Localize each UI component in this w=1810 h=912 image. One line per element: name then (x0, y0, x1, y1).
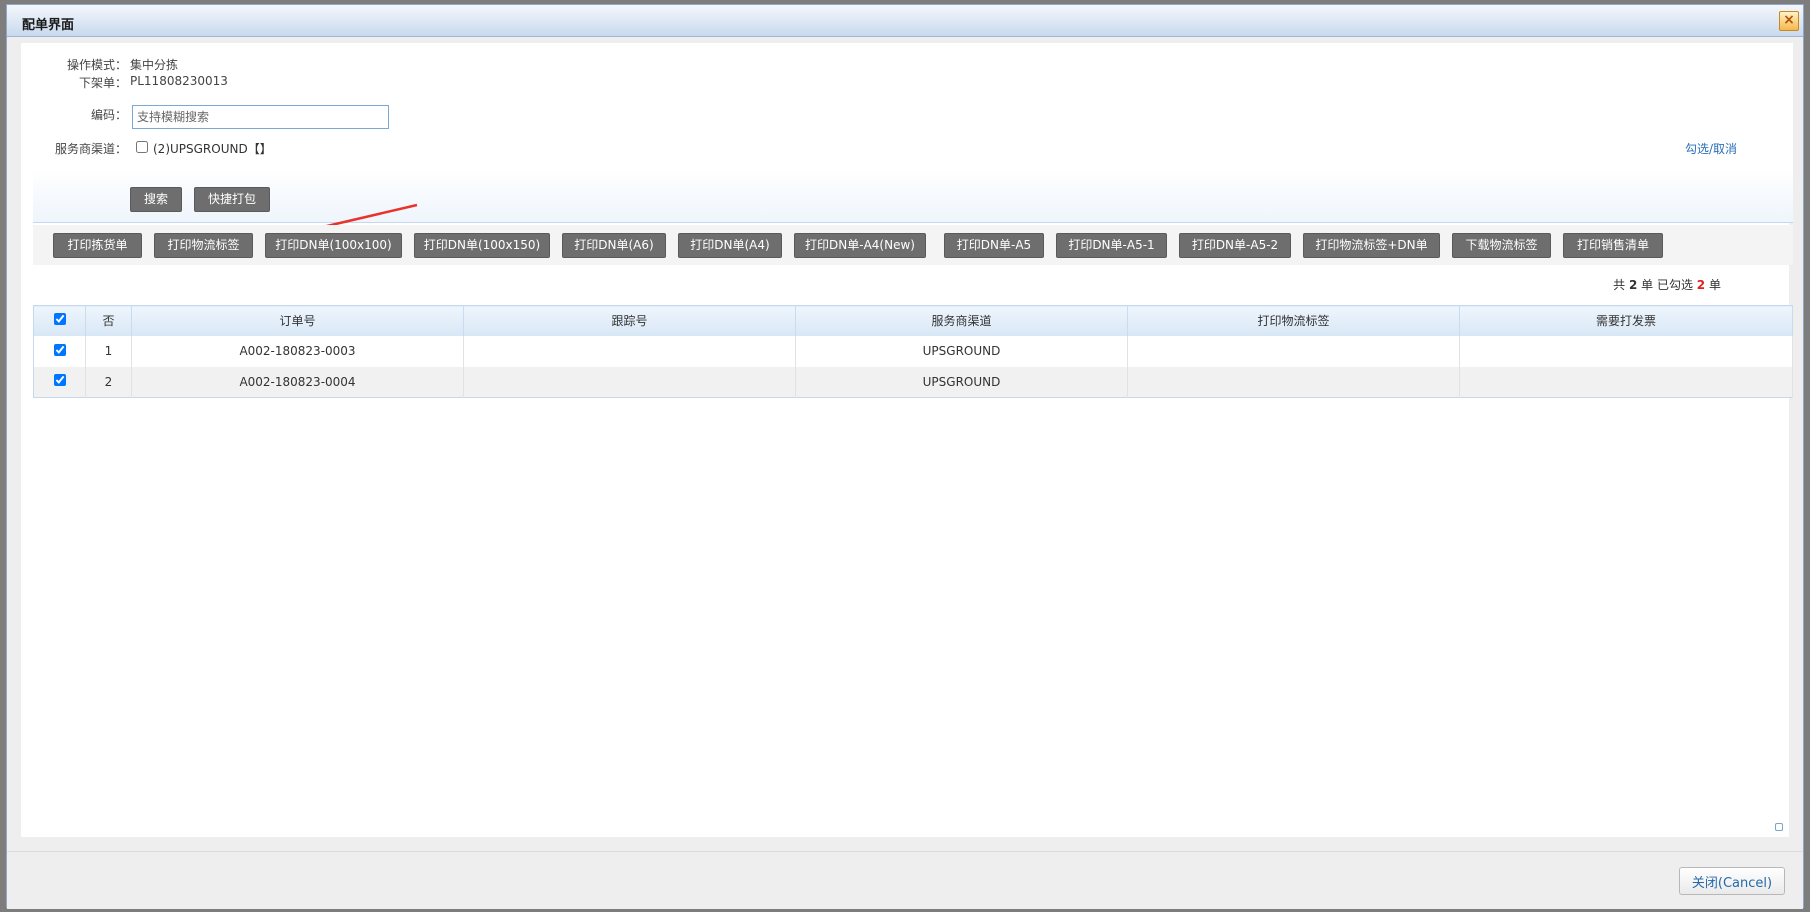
selection-summary: 共 2 单 已勾选 2 单 (1613, 276, 1721, 293)
row-channel: UPSGROUND (795, 366, 1128, 398)
order-table: 否 订单号 跟踪号 服务商渠道 打印物流标签 需要打发票 1 A002-1808… (33, 305, 1793, 398)
mode-label: 操作模式： (66, 58, 127, 72)
order-dialog: 配单界面 × 操作模式： 集中分拣 下架单： PL11808230013 编码：… (6, 4, 1804, 909)
picklist-label: 下架单： (78, 76, 127, 90)
row-no: 2 (85, 366, 132, 398)
toolbar-button-dn-100x100[interactable]: 打印DN单(100x100) (265, 233, 402, 258)
toolbar-button-label-dn[interactable]: 打印物流标签+DN单 (1303, 233, 1440, 258)
row-channel: UPSGROUND (795, 335, 1128, 367)
summary-total: 2 (1628, 278, 1638, 292)
summary-suffix: 单 (1708, 278, 1721, 292)
header-print-label: 打印物流标签 (1127, 305, 1460, 336)
dialog-title: 配单界面 (22, 18, 75, 33)
search-button[interactable]: 搜索 (130, 187, 182, 212)
row-select-cell[interactable] (33, 335, 86, 367)
summary-selected: 2 (1696, 278, 1706, 292)
toolbar-button-dn-a5[interactable]: 打印DN单-A5 (944, 233, 1044, 258)
toolbar-button-dn-a6[interactable]: 打印DN单(A6) (562, 233, 666, 258)
row-print-label (1127, 366, 1460, 398)
row-tracking-no (463, 366, 796, 398)
table-row[interactable]: 2 A002-180823-0004 UPSGROUND (33, 366, 1793, 398)
row-order-no: A002-180823-0003 (131, 335, 464, 367)
code-label: 编码： (90, 108, 127, 122)
toolbar-button-dn-100x150[interactable]: 打印DN单(100x150) (414, 233, 550, 258)
row-need-invoice (1459, 366, 1793, 398)
row-checkbox[interactable] (53, 374, 66, 387)
mode-value: 集中分拣 (130, 58, 179, 72)
summary-mid: 单 已勾选 (1641, 278, 1693, 292)
toggle-select-link[interactable]: 勾选/取消 (1685, 140, 1737, 157)
row-tracking-no (463, 335, 796, 367)
resize-handle-icon[interactable] (1775, 823, 1783, 831)
toolbar-button-download-label[interactable]: 下载物流标签 (1452, 233, 1551, 258)
print-toolbar: 打印拣货单 打印物流标签 打印DN单(100x100) 打印DN单(100x15… (33, 225, 1793, 265)
toolbar-button-dn-a5-1[interactable]: 打印DN单-A5-1 (1056, 233, 1167, 258)
channel-option-label[interactable]: (2)UPSGROUND【】 (153, 140, 272, 157)
toolbar-button-sales-list[interactable]: 打印销售清单 (1563, 233, 1663, 258)
header-select-all[interactable] (33, 305, 86, 336)
picklist-value: PL11808230013 (130, 74, 228, 88)
search-form: 操作模式： 集中分拣 下架单： PL11808230013 编码： 服务商渠道：… (33, 43, 1793, 223)
dialog-content: 操作模式： 集中分拣 下架单： PL11808230013 编码： 服务商渠道：… (21, 43, 1793, 837)
header-channel: 服务商渠道 (795, 305, 1128, 336)
summary-prefix: 共 (1613, 278, 1626, 292)
toolbar-button-pick-list[interactable]: 打印拣货单 (53, 233, 142, 258)
quick-pack-button[interactable]: 快捷打包 (194, 187, 270, 212)
toolbar-button-dn-a5-2[interactable]: 打印DN单-A5-2 (1179, 233, 1291, 258)
select-all-checkbox[interactable] (53, 313, 66, 326)
toolbar-button-logistics-label[interactable]: 打印物流标签 (154, 233, 253, 258)
header-order-no: 订单号 (131, 305, 464, 336)
dialog-titlebar[interactable]: 配单界面 × (7, 5, 1803, 37)
row-print-label (1127, 335, 1460, 367)
channel-checkbox[interactable] (136, 141, 148, 153)
code-search-input[interactable] (132, 105, 389, 129)
header-no: 否 (85, 305, 132, 336)
row-need-invoice (1459, 335, 1793, 367)
table-row[interactable]: 1 A002-180823-0003 UPSGROUND (33, 335, 1793, 367)
dialog-footer: 关闭(Cancel) (7, 851, 1803, 909)
channel-label: 服务商渠道： (54, 142, 127, 156)
header-need-invoice: 需要打发票 (1459, 305, 1793, 336)
toolbar-button-dn-a4[interactable]: 打印DN单(A4) (678, 233, 782, 258)
toolbar-button-dn-a4-new[interactable]: 打印DN单-A4(New) (794, 233, 926, 258)
row-order-no: A002-180823-0004 (131, 366, 464, 398)
cancel-button[interactable]: 关闭(Cancel) (1679, 867, 1785, 895)
row-no: 1 (85, 335, 132, 367)
close-icon[interactable]: × (1779, 11, 1799, 31)
header-tracking-no: 跟踪号 (463, 305, 796, 336)
row-select-cell[interactable] (33, 366, 86, 398)
row-checkbox[interactable] (53, 343, 66, 356)
table-header-row: 否 订单号 跟踪号 服务商渠道 打印物流标签 需要打发票 (33, 305, 1793, 336)
